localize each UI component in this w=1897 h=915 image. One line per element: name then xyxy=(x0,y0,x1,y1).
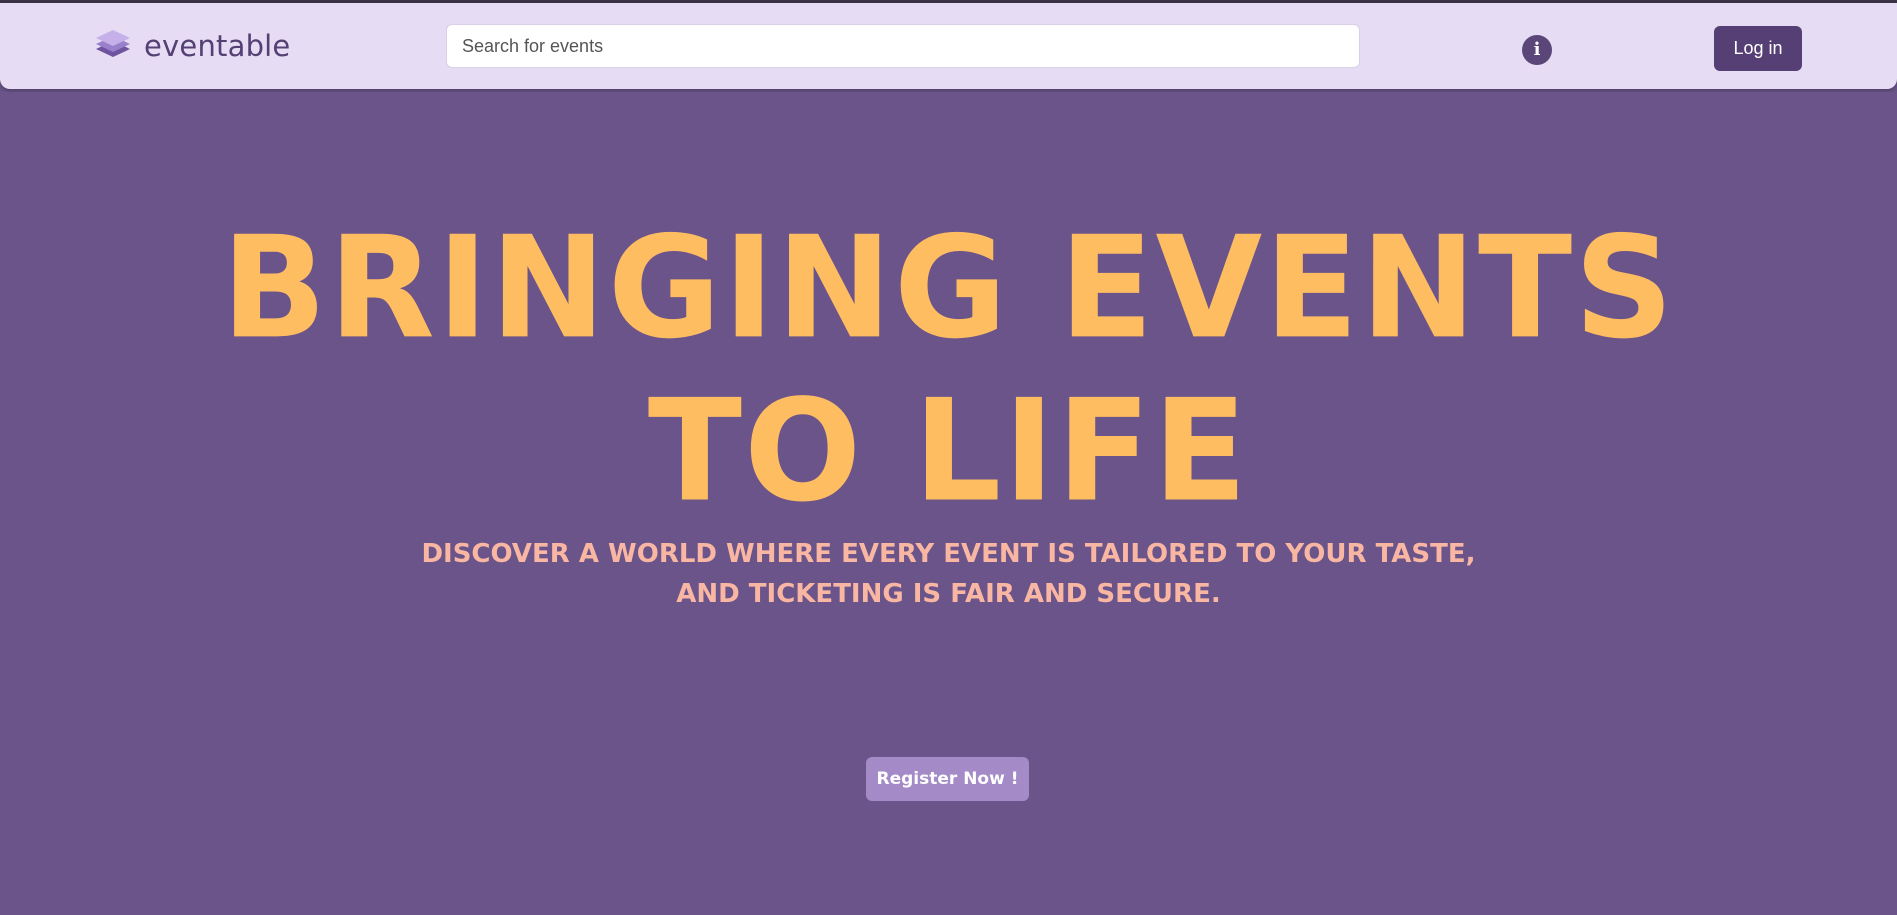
hero-subtitle: DISCOVER A WORLD WHERE EVERY EVENT IS TA… xyxy=(0,534,1897,614)
hero-subtitle-line: AND TICKETING IS FAIR AND SECURE. xyxy=(676,579,1221,609)
register-now-button[interactable]: Register Now ! xyxy=(866,757,1029,801)
brand-logo[interactable]: eventable xyxy=(94,27,290,65)
search-input[interactable] xyxy=(446,24,1360,68)
info-icon[interactable]: i xyxy=(1522,35,1552,65)
hero-title: BRINGING EVENTS TO LIFE xyxy=(0,205,1897,534)
layers-icon xyxy=(96,30,130,57)
hero-title-line: TO LIFE xyxy=(647,368,1250,534)
navbar: eventable i Log in xyxy=(0,3,1897,89)
brand-name: eventable xyxy=(144,29,291,63)
hero-title-line: BRINGING EVENTS xyxy=(221,205,1676,370)
login-button[interactable]: Log in xyxy=(1714,26,1802,71)
hero-subtitle-line: DISCOVER A WORLD WHERE EVERY EVENT IS TA… xyxy=(421,539,1476,569)
